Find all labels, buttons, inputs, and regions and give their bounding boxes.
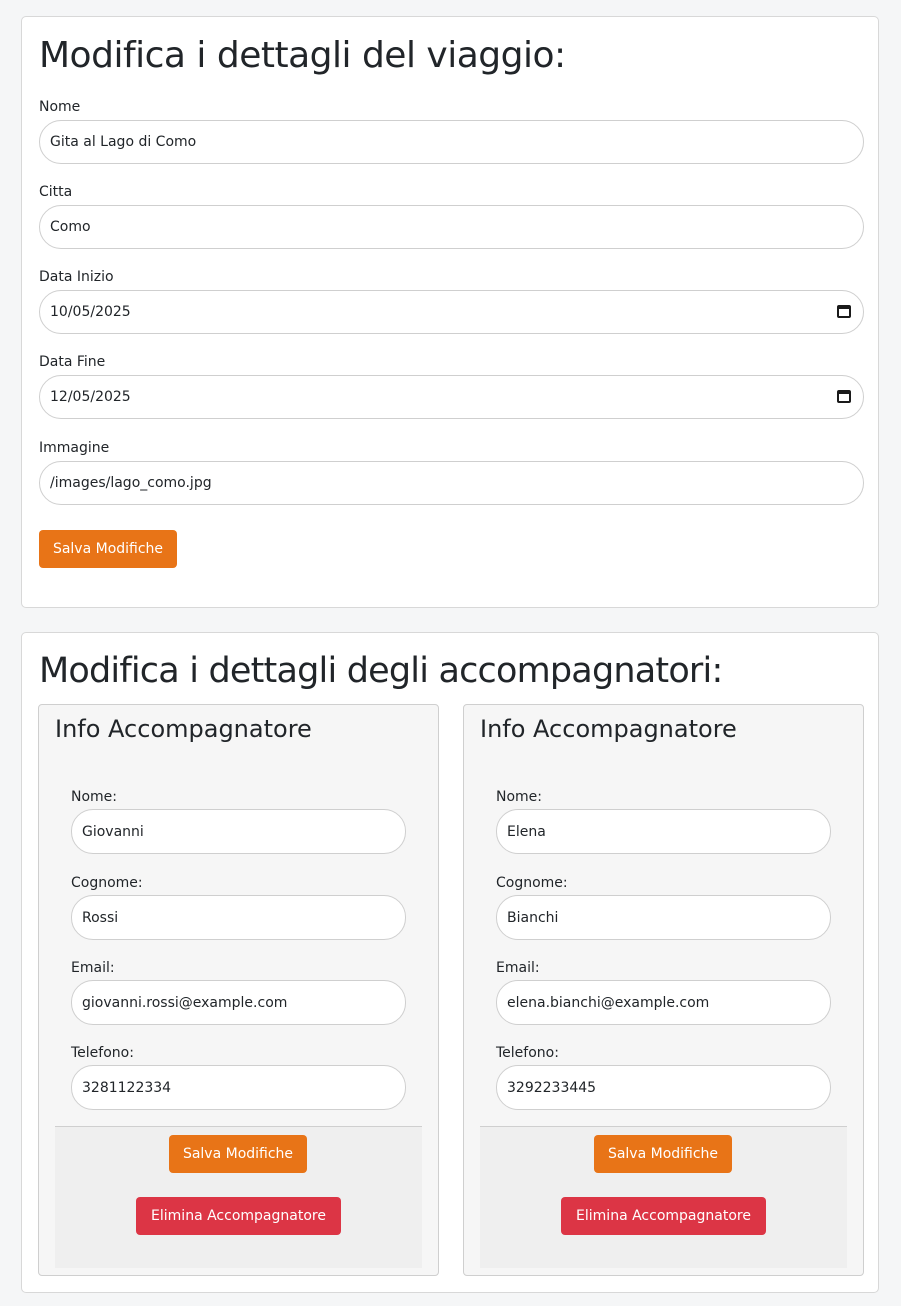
companion-email-input[interactable] (496, 980, 831, 1025)
companion-cognome-input[interactable] (496, 895, 831, 940)
companion-nome-label: Nome: (71, 789, 118, 805)
data-inizio-field (39, 290, 864, 334)
immagine-label: Immagine (39, 440, 110, 456)
companion-actions: Salva Modifiche Elimina Accompagnatore (55, 1126, 422, 1268)
companion-panel: Info Accompagnatore Nome: Cognome: Email… (38, 704, 439, 1276)
calendar-icon[interactable] (837, 390, 851, 403)
data-inizio-label: Data Inizio (39, 269, 114, 285)
save-companion-button[interactable]: Salva Modifiche (169, 1135, 307, 1173)
citta-input[interactable] (39, 205, 864, 249)
nome-label: Nome (39, 99, 81, 115)
companion-email-label: Email: (496, 960, 540, 976)
save-trip-button[interactable]: Salva Modifiche (39, 530, 177, 568)
data-fine-label: Data Fine (39, 354, 106, 370)
companion-panel: Info Accompagnatore Nome: Cognome: Email… (463, 704, 864, 1276)
data-inizio-input[interactable] (39, 290, 864, 334)
companion-actions: Salva Modifiche Elimina Accompagnatore (480, 1126, 847, 1268)
trip-details-title: Modifica i dettagli del viaggio: (39, 35, 566, 76)
companion-nome-label: Nome: (496, 789, 543, 805)
companion-panel-title: Info Accompagnatore (55, 715, 312, 743)
immagine-input[interactable] (39, 461, 864, 505)
nome-input[interactable] (39, 120, 864, 164)
trip-details-card: Modifica i dettagli del viaggio: Nome Ci… (21, 16, 879, 608)
save-companion-button[interactable]: Salva Modifiche (594, 1135, 732, 1173)
delete-companion-button[interactable]: Elimina Accompagnatore (561, 1197, 766, 1235)
data-fine-input[interactable] (39, 375, 864, 419)
companion-telefono-input[interactable] (71, 1065, 406, 1110)
calendar-icon[interactable] (837, 305, 851, 318)
companion-telefono-input[interactable] (496, 1065, 831, 1110)
companion-telefono-label: Telefono: (496, 1045, 559, 1061)
companion-email-label: Email: (71, 960, 115, 976)
citta-label: Citta (39, 184, 73, 200)
companion-cognome-label: Cognome: (496, 875, 568, 891)
companion-cognome-input[interactable] (71, 895, 406, 940)
companions-title: Modifica i dettagli degli accompagnatori… (39, 651, 723, 691)
companion-nome-input[interactable] (71, 809, 406, 854)
companion-telefono-label: Telefono: (71, 1045, 134, 1061)
companion-email-input[interactable] (71, 980, 406, 1025)
companion-panel-title: Info Accompagnatore (480, 715, 737, 743)
companions-card: Modifica i dettagli degli accompagnatori… (21, 632, 879, 1293)
data-fine-field (39, 375, 864, 419)
companion-cognome-label: Cognome: (71, 875, 143, 891)
companion-nome-input[interactable] (496, 809, 831, 854)
delete-companion-button[interactable]: Elimina Accompagnatore (136, 1197, 341, 1235)
